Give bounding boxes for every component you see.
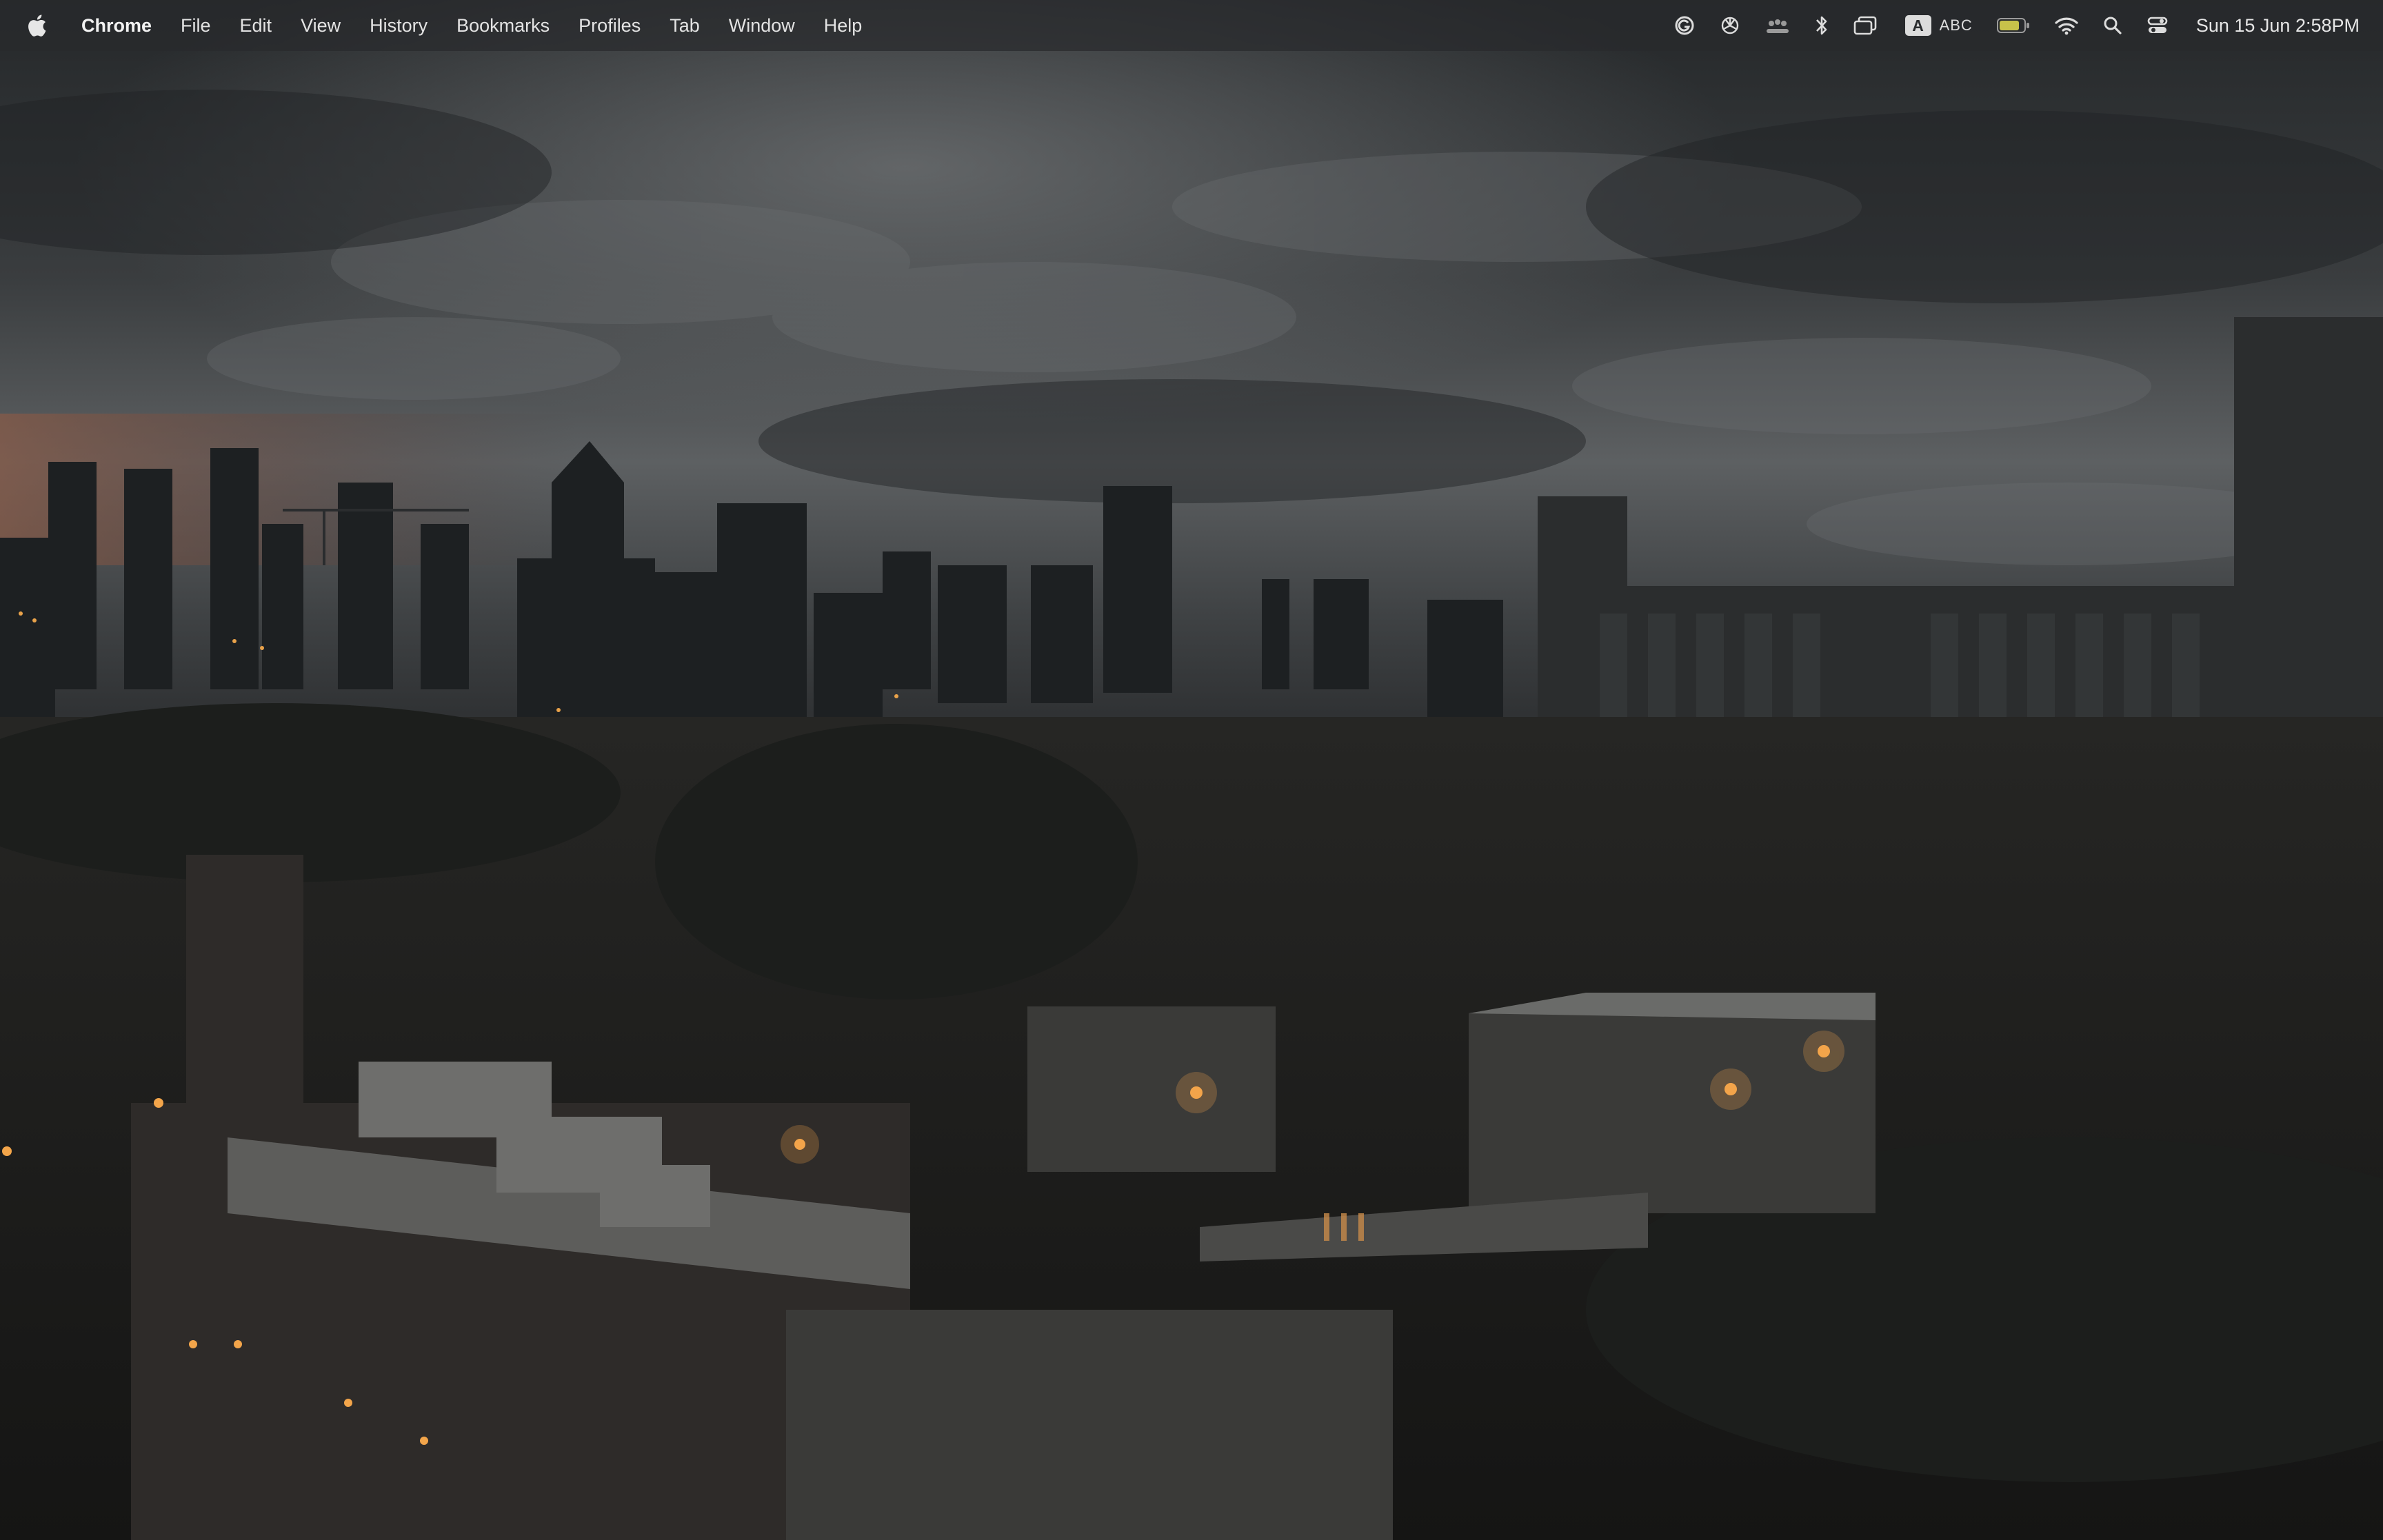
control-center-icon[interactable]	[2146, 15, 2169, 36]
search-icon[interactable]	[2102, 15, 2123, 36]
grammarly-icon[interactable]	[1673, 14, 1696, 37]
menu-bar: Chrome File Edit View History Bookmarks …	[0, 0, 2383, 51]
input-source-label[interactable]: ABC	[1940, 17, 1973, 34]
menu-window[interactable]: Window	[729, 15, 795, 37]
openai-icon[interactable]	[1719, 14, 1741, 37]
menu-clock[interactable]: Sun 15 Jun 2:58PM	[2196, 15, 2360, 37]
bluetooth-icon[interactable]	[1814, 14, 1829, 37]
wifi-icon[interactable]	[2054, 16, 2079, 35]
menu-bar-left: Chrome File Edit View History Bookmarks …	[0, 0, 891, 51]
desktop-wallpaper	[0, 0, 2383, 1540]
menu-profiles[interactable]: Profiles	[579, 15, 641, 37]
meeting-icon[interactable]	[1764, 15, 1791, 36]
menu-app-name[interactable]: Chrome	[81, 15, 152, 37]
menu-tab[interactable]: Tab	[670, 15, 700, 37]
menu-file[interactable]: File	[181, 15, 211, 37]
menu-view[interactable]: View	[301, 15, 341, 37]
menu-bar-status-area: A ABC Sun 15 Jun 2:58PM	[1650, 0, 2360, 51]
menu-history[interactable]: History	[370, 15, 428, 37]
apple-logo-icon[interactable]	[26, 14, 47, 37]
desktop: Chrome File Edit View History Bookmarks …	[0, 0, 2383, 1540]
menu-bookmarks[interactable]: Bookmarks	[456, 15, 550, 37]
menu-help[interactable]: Help	[824, 15, 863, 37]
menu-edit[interactable]: Edit	[240, 15, 272, 37]
screen-mirror-icon[interactable]	[1853, 15, 1878, 36]
input-source-icon[interactable]: A	[1904, 15, 1931, 36]
battery-icon[interactable]	[1996, 17, 2031, 34]
